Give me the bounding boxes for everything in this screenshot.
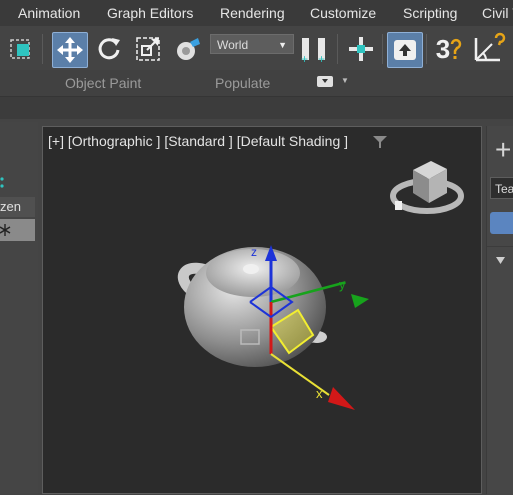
menu-graph-editors[interactable]: Graph Editors bbox=[107, 5, 193, 21]
toolbar-separator bbox=[42, 34, 43, 64]
select-region-icon bbox=[10, 39, 30, 59]
toolbar-separator bbox=[337, 34, 338, 64]
gizmo-y-label: y bbox=[339, 277, 346, 292]
ribbon-panel-strip bbox=[0, 96, 513, 119]
menu-customize[interactable]: Customize bbox=[310, 5, 376, 21]
gizmo-x-label: x bbox=[316, 386, 323, 401]
object-name-value: Tea bbox=[495, 182, 513, 196]
ribbon-minimize-button[interactable] bbox=[317, 76, 333, 87]
use-pivot-center-button[interactable]: + + bbox=[298, 32, 332, 66]
snap-toggle-button[interactable]: 3 bbox=[432, 32, 466, 66]
ribbon: Object Paint Populate ▼ bbox=[0, 70, 513, 96]
viewcube-icon[interactable] bbox=[387, 155, 465, 225]
viewport-orthographic[interactable]: [+] [Orthographic ] [Standard ] [Default… bbox=[42, 126, 482, 494]
svg-text:+: + bbox=[301, 52, 308, 66]
menu-rendering[interactable]: Rendering bbox=[220, 5, 285, 21]
snap-toggle-icon bbox=[450, 38, 462, 59]
ribbon-tab-populate[interactable]: Populate bbox=[215, 75, 270, 91]
gizmo-y-arrow[interactable] bbox=[351, 294, 369, 308]
select-region-button[interactable] bbox=[4, 32, 38, 66]
reference-coordinate-value: World bbox=[217, 38, 249, 52]
menu-civil-view[interactable]: Civil V bbox=[482, 5, 513, 21]
toolbar-separator bbox=[426, 34, 427, 64]
gizmo-z-label: z bbox=[251, 245, 257, 259]
angle-snap-icon bbox=[474, 32, 506, 62]
reference-coordinate-select[interactable]: World ▼ bbox=[210, 34, 294, 54]
scale-icon bbox=[136, 37, 160, 61]
create-tab-plus-icon[interactable]: + bbox=[495, 136, 511, 164]
gizmo-x-arrow[interactable] bbox=[328, 387, 355, 410]
table-row[interactable] bbox=[0, 219, 35, 241]
select-move-button[interactable] bbox=[52, 32, 88, 68]
select-manipulate-button[interactable] bbox=[344, 32, 378, 66]
select-move-icon bbox=[57, 37, 83, 63]
snowflake-icon[interactable] bbox=[0, 222, 12, 238]
object-name-field[interactable]: Tea bbox=[490, 177, 513, 199]
cube-paint-button[interactable] bbox=[170, 32, 204, 66]
menu-animation[interactable]: Animation bbox=[18, 5, 80, 21]
angle-snap-button[interactable] bbox=[472, 32, 506, 66]
rotate-icon bbox=[98, 38, 120, 60]
command-panel: + Tea bbox=[486, 126, 513, 495]
object-color-button[interactable] bbox=[490, 212, 513, 234]
rollout-collapse-icon[interactable] bbox=[496, 256, 505, 265]
menu-bar: Animation Graph Editors Rendering Custom… bbox=[0, 0, 513, 26]
sort-handle-icon bbox=[0, 177, 4, 188]
svg-text:+: + bbox=[318, 52, 325, 66]
scene-explorer-panel bbox=[0, 122, 38, 494]
menu-scripting[interactable]: Scripting bbox=[403, 5, 457, 21]
main-toolbar: World ▼ + + 3 bbox=[0, 26, 513, 71]
frozen-column-label: zen bbox=[0, 199, 21, 214]
viewcube-south-marker bbox=[395, 201, 402, 210]
frozen-column-header[interactable]: zen bbox=[0, 197, 35, 217]
cube-paint-icon bbox=[177, 38, 200, 60]
chevron-down-icon: ▼ bbox=[278, 40, 287, 50]
select-rotate-button[interactable] bbox=[92, 32, 126, 66]
toolbar-separator bbox=[382, 34, 383, 64]
viewport-label[interactable]: [+] [Orthographic ] [Standard ] [Default… bbox=[48, 133, 348, 149]
ribbon-tab-object-paint[interactable]: Object Paint bbox=[65, 75, 141, 91]
manipulate-icon bbox=[349, 37, 373, 61]
parameters-rollout bbox=[487, 246, 513, 495]
ribbon-dropdown-icon[interactable]: ▼ bbox=[341, 76, 349, 85]
shortcut-override-icon bbox=[394, 40, 416, 60]
select-scale-button[interactable] bbox=[131, 32, 165, 66]
keyboard-shortcut-override-button[interactable] bbox=[387, 32, 423, 68]
pivot-center-icon: + + bbox=[301, 38, 325, 66]
teapot-model[interactable] bbox=[173, 227, 373, 417]
viewport-filter-icon[interactable] bbox=[373, 135, 387, 149]
